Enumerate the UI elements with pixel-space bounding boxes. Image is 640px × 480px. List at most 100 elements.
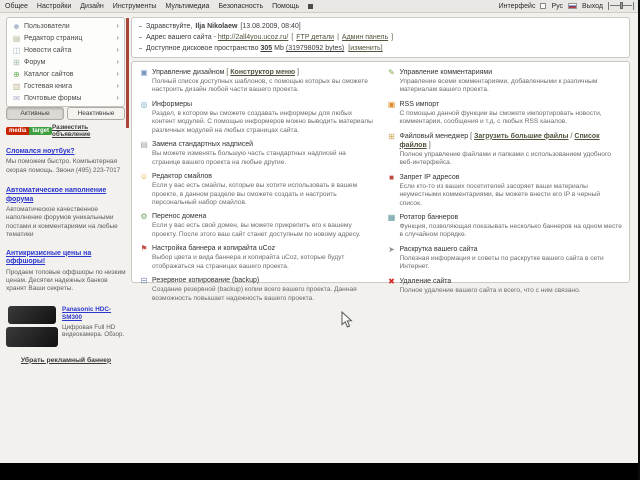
ad-text: Продаем топовые оффшоры по низким ценам.… [6, 269, 126, 294]
admin-panel-link[interactable]: Админ панель [342, 34, 388, 41]
feature-block: ▦Ротатор баннеровФункция, позволяющая по… [387, 213, 623, 240]
feature-title[interactable]: Запрет IP адресов [400, 174, 460, 181]
tab-inactive-modules[interactable]: Неактивные [67, 107, 125, 120]
feature-title[interactable]: Резервное копирование (backup) [152, 277, 259, 284]
feature-block: ⊟Резервное копирование (backup) Создание … [139, 276, 375, 303]
feature-title[interactable]: Перенос домена [152, 213, 206, 220]
menu-item[interactable]: Общее [5, 3, 28, 10]
sidebar-item-label: Редактор страниц [24, 35, 82, 42]
logout-link[interactable]: Выход [582, 3, 603, 10]
feature-title[interactable]: Ротатор баннеров [400, 214, 459, 221]
tab-active-modules[interactable]: Активные [6, 107, 64, 120]
feature-title[interactable]: Редактор смайлов [152, 173, 212, 180]
interface-checkbox-icon[interactable] [540, 3, 546, 9]
interface-label[interactable]: Интерфейс [499, 3, 536, 10]
labels-icon: ▤ [139, 140, 149, 167]
chevron-right-icon: › [116, 58, 119, 66]
ad-list: Сломался ноутбук?Мы поможем быстро. Комп… [6, 148, 126, 294]
feature-title[interactable]: Файловый менеджер [400, 133, 469, 140]
language-label[interactable]: Рус [551, 3, 563, 10]
feature-description: Создание резервной (backup) копии всего … [152, 286, 375, 303]
promotion-icon: ➤ [387, 245, 397, 272]
ad-title-link[interactable]: Антикризисные цены на оффшоры! [6, 250, 91, 265]
feature-block: ☺Редактор смайловЕсли у вас есть смайлы,… [139, 172, 375, 207]
sidebar-item-page-editor[interactable]: ▤Редактор страниц› [7, 32, 124, 44]
rss-icon: ▣ [387, 100, 397, 127]
sidebar-item-label: Новости сайта [24, 47, 71, 54]
remove-banner-link[interactable]: Убрать рекламный баннер [21, 357, 111, 364]
sidebar-item-user[interactable]: ☻Пользователи › [7, 20, 124, 32]
feature-description: Полное удаление вашего сайта и всего, чт… [400, 287, 581, 295]
site-url-link[interactable]: http://2all4you.ucoz.ru/ [218, 34, 288, 41]
russian-flag-icon[interactable] [568, 3, 577, 9]
menu-item[interactable]: Инструменты [113, 3, 157, 10]
mouse-cursor [341, 311, 353, 329]
feature-title-links: [ Конструктор меню ] [224, 69, 299, 76]
login-datetime: [13.08.2009, 08:40] [240, 23, 300, 30]
slider-thumb-icon[interactable] [620, 2, 623, 9]
comments-icon: ✎ [387, 68, 397, 95]
sidebar-item-label: Пользователи [24, 23, 70, 30]
feature-block: ▤Замена стандартных надписейВы можете из… [139, 140, 375, 167]
greeting-line: Здравствуйте, Ilja Nikolaew [13.08.2009,… [139, 21, 622, 32]
feature-title[interactable]: Удаление сайта [400, 278, 452, 285]
address-label: Адрес вашего сайта - [146, 34, 216, 41]
menu-item[interactable]: Мультимедиа [165, 3, 209, 10]
feature-description: Полное управление файлами и папками с ис… [400, 151, 623, 168]
feature-title[interactable]: Информеры [152, 101, 192, 108]
sidebar-item-label: Форум [24, 59, 45, 66]
feature-title[interactable]: RSS импорт [400, 101, 440, 108]
panel-width-slider[interactable] [608, 2, 634, 10]
feature-block: ▣Управление дизайном [ Конструктор меню … [139, 68, 375, 95]
feature-description: С помощью данной функции вы сможете импо… [400, 110, 623, 127]
top-menu-bar: Общее Настройки Дизайн Инструменты Мультимед… [0, 0, 640, 13]
menu-item[interactable]: Настройки [37, 3, 71, 10]
menu-extra-icon[interactable] [308, 4, 313, 9]
feature-title[interactable]: Управление дизайном [152, 69, 224, 76]
sidebar-item-label: Гостевая книга [24, 83, 72, 90]
place-ad-link[interactable]: Разместить объявление [52, 124, 126, 138]
site-catalog-icon: ⊕ [12, 70, 21, 79]
ad-title-link[interactable]: Автоматическое наполнение форума [6, 187, 106, 202]
sidebar-item-label: Каталог сайтов [24, 71, 73, 78]
news-icon: ◫ [12, 46, 21, 55]
banner-rotator-icon: ▦ [387, 213, 397, 240]
line-bullet-icon [139, 48, 142, 49]
feature-title[interactable]: Замена стандартных надписей [152, 141, 253, 148]
feature-description: Если у вас есть свой домен, вы можете пр… [152, 222, 375, 239]
feature-block: ➤Раскрутка вашего сайтаПолезная информац… [387, 245, 623, 272]
site-info-box: Здравствуйте, Ilja Nikolaew [13.08.2009,… [131, 17, 630, 58]
feature-description: Если у вас есть смайлы, которые вы хотит… [152, 182, 375, 207]
product-link[interactable]: Panasonic HDC-SM300 [62, 306, 126, 322]
menu-item[interactable]: Помощь [272, 3, 299, 10]
feature-block: ◎ИнформерыРаздел, в котором вы сможете с… [139, 100, 375, 135]
change-disk-space-link[interactable]: [изменить] [348, 45, 382, 52]
disk-space-bytes: (319798092 bytes) [286, 45, 344, 52]
features-right-column: ✎Управление комментариямиУправление всем… [387, 68, 623, 276]
username: Ilja Nikolaew [195, 23, 237, 30]
sidebar-item-forum[interactable]: ⊞Форум› [7, 56, 124, 68]
sidebar-item-guestbook[interactable]: ▥Гостевая книга› [7, 80, 124, 92]
disk-space-label: Доступное дисковое пространство [146, 45, 258, 52]
user-icon: ☻ [12, 22, 21, 31]
disk-space-mb: 305 [260, 45, 272, 52]
sidebar-item-site-catalog[interactable]: ⊕Каталог сайтов› [7, 68, 124, 80]
sidebar-item-mail-form[interactable]: ✉Почтовые формы› [7, 92, 124, 104]
feature-link[interactable]: Конструктор меню [230, 69, 295, 76]
feature-title[interactable]: Управление комментариями [400, 69, 493, 76]
feature-title[interactable]: Раскрутка вашего сайта [400, 246, 478, 253]
menubar-right: Интерфейс Рус Выход [499, 2, 640, 10]
ad-title-link[interactable]: Сломался ноутбук? [6, 148, 75, 155]
camcorder-image[interactable] [6, 306, 58, 347]
menu-item[interactable]: Дизайн [80, 3, 104, 10]
ftp-details-link[interactable]: FTP детали [296, 34, 334, 41]
feature-title[interactable]: Настройка баннера и копирайта uCoz [152, 245, 275, 252]
feature-block: ⚙Перенос домена Если у вас есть свой доме… [139, 212, 375, 239]
menu-item[interactable]: Безопасность [218, 3, 263, 10]
bracket-open: [ [291, 34, 293, 41]
sidebar-item-news[interactable]: ◫Новости сайта› [7, 44, 124, 56]
backup-icon: ⊟ [139, 276, 149, 303]
chevron-right-icon: › [116, 22, 119, 30]
domain-icon: ⚙ [139, 212, 149, 239]
feature-link[interactable]: Загрузить большие файлы [474, 133, 569, 140]
